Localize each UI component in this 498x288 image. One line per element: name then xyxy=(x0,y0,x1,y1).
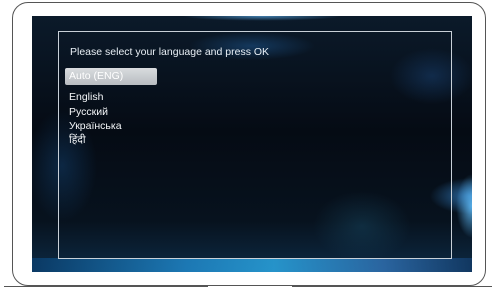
language-option-ukrainian[interactable]: Українська xyxy=(65,119,185,133)
language-option-english[interactable]: English xyxy=(65,90,185,105)
language-option-russian[interactable]: Русский xyxy=(65,105,185,119)
ambient-glow-bottom xyxy=(32,258,472,272)
language-option-hindi[interactable]: हिंदी xyxy=(65,133,185,147)
menu-title: Please select your language and press OK xyxy=(70,46,270,58)
language-menu-frame: Please select your language and press OK… xyxy=(58,31,452,259)
page: Please select your language and press OK… xyxy=(0,0,498,288)
ambient-glow-top xyxy=(162,16,362,24)
language-list: Auto (ENG) English Русский Українська हि… xyxy=(65,68,185,147)
language-option-auto[interactable]: Auto (ENG) xyxy=(65,68,157,85)
